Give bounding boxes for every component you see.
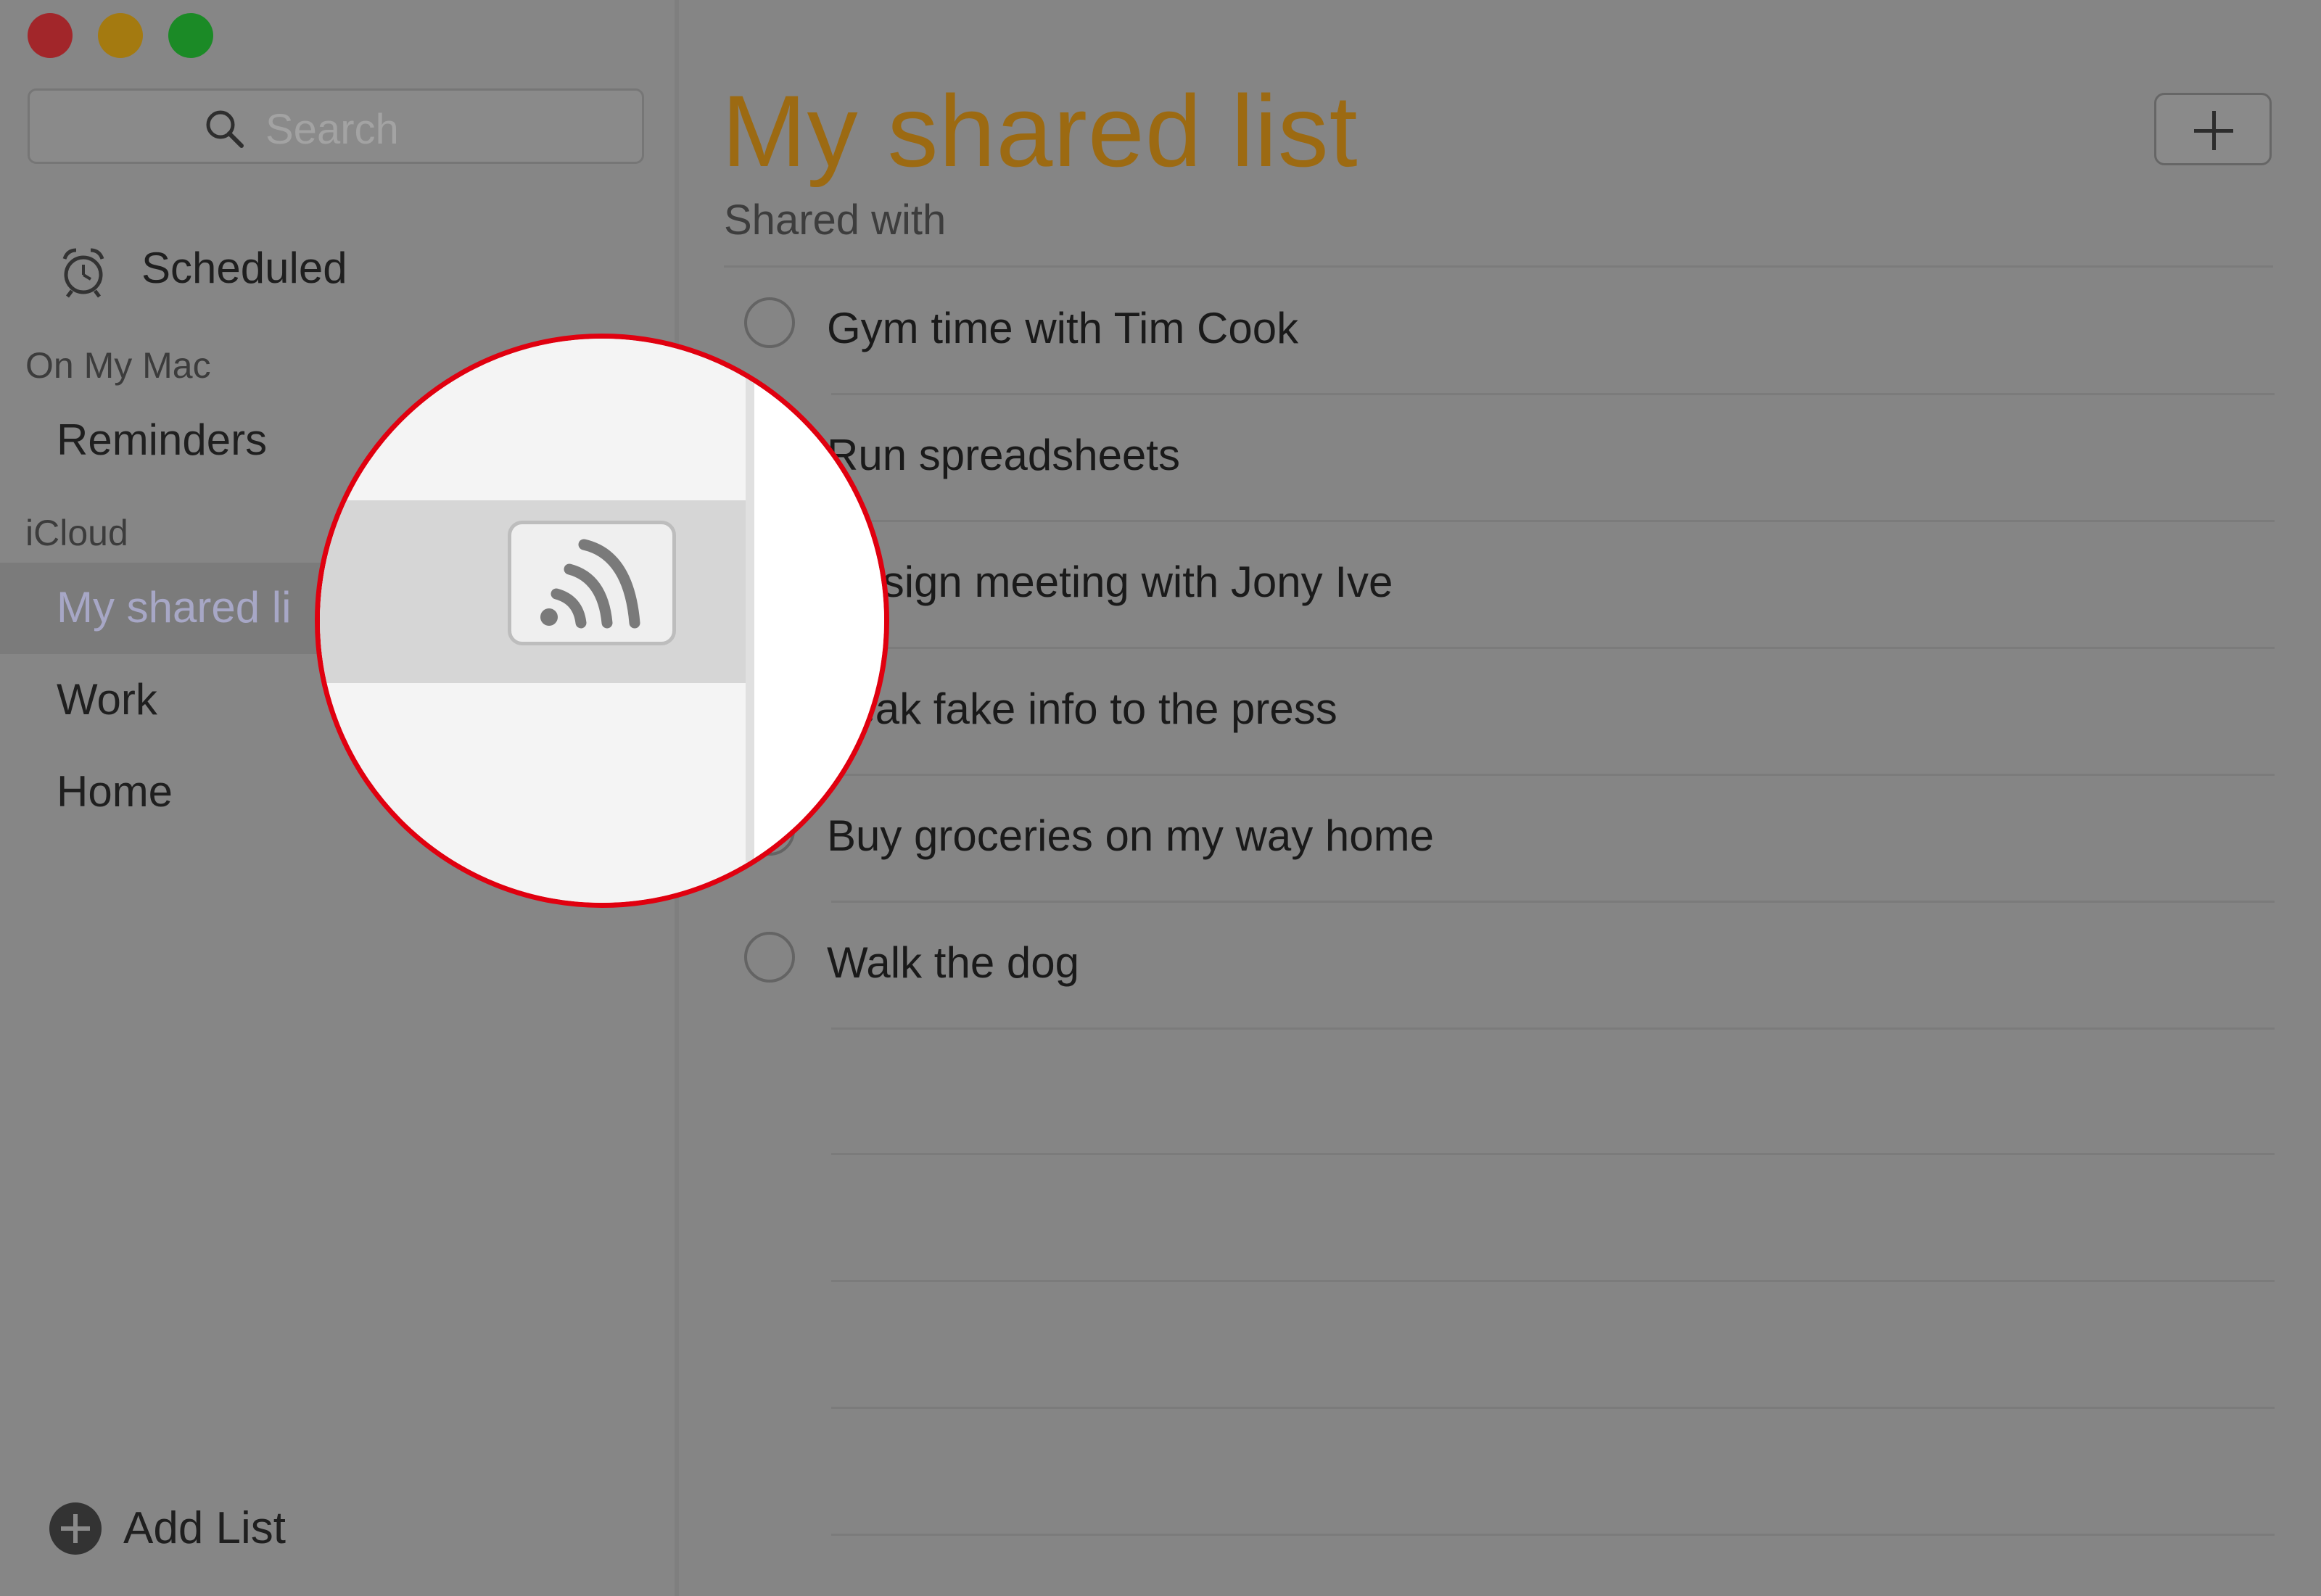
sidebar-item-my-shared-list[interactable]: My shared li [57,582,291,632]
list-title[interactable]: My shared list [722,73,1359,190]
empty-row-line [831,1280,2275,1282]
reminder-text[interactable]: Leak fake info to the press [827,684,1337,734]
reminder-text[interactable]: Gym time with Tim Cook [827,303,1298,353]
sidebar-item-work[interactable]: Work [57,674,157,724]
add-reminder-button[interactable] [2154,93,2272,165]
empty-row-line [831,1407,2275,1409]
add-list-button[interactable]: Add List [123,1502,286,1554]
section-header-icloud: iCloud [25,513,128,553]
close-window-button[interactable] [28,13,73,58]
reminder-text[interactable]: Design meeting with Jony Ive [827,557,1393,607]
empty-row-line [831,1534,2275,1536]
row-divider [831,1028,2275,1030]
magnified-main [754,339,884,903]
shared-with-label[interactable]: Shared with [724,196,946,244]
sidebar-item-home[interactable]: Home [57,766,173,816]
reminder-row[interactable]: Walk the dog [725,903,2275,1030]
sidebar-item-reminders[interactable]: Reminders [57,415,267,465]
reminder-row[interactable]: Run spreadsheets [725,395,2275,522]
sidebar-item-scheduled[interactable]: Scheduled [141,243,347,293]
header-divider [724,265,2273,268]
reminder-row[interactable]: Design meeting with Jony Ive [725,522,2275,649]
shared-list-broadcast-icon[interactable] [508,521,676,645]
magnifier-callout [315,334,889,908]
magnified-divider [746,339,754,903]
zoom-window-button[interactable] [168,13,213,58]
search-icon [206,110,244,148]
add-circle-icon[interactable] [49,1502,102,1555]
search-placeholder: Search [265,106,399,153]
minimize-window-button[interactable] [98,13,143,58]
empty-row-line [831,1153,2275,1155]
reminder-text[interactable]: Walk the dog [827,938,1079,988]
reminder-row[interactable]: Buy groceries on my way home [725,776,2275,903]
reminder-text[interactable]: Buy groceries on my way home [827,811,1434,861]
section-header-on-my-mac: On My Mac [25,345,211,386]
reminder-checkbox[interactable] [744,932,795,983]
search-field[interactable]: Search [28,88,644,164]
alarm-clock-icon [62,248,104,298]
reminder-row[interactable]: Gym time with Tim Cook [725,268,2275,395]
reminder-row[interactable]: Leak fake info to the press [725,649,2275,776]
